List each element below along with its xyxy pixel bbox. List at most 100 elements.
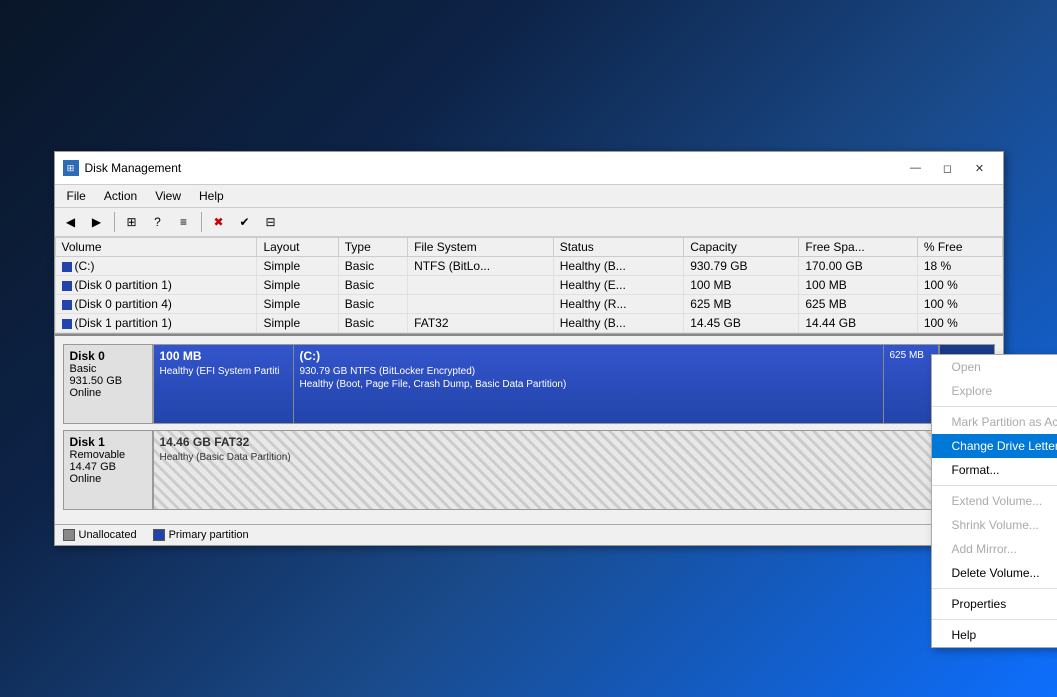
disk1-status: Online: [70, 473, 146, 485]
table-row[interactable]: (Disk 0 partition 4) Simple Basic Health…: [55, 295, 1002, 314]
table-row[interactable]: (C:) Simple Basic NTFS (BitLo... Healthy…: [55, 257, 1002, 276]
legend-unalloc-box: [63, 529, 75, 541]
cell-pct: 18 %: [917, 257, 1002, 276]
ctx-format[interactable]: Format...: [932, 458, 1057, 482]
disk0-type: Basic: [70, 363, 146, 375]
disk0-size: 931.50 GB: [70, 375, 146, 387]
cell-cap: 625 MB: [684, 295, 799, 314]
cell-free: 625 MB: [799, 295, 917, 314]
status-bar: Unallocated Primary partition: [55, 524, 1003, 545]
ctx-mark-active[interactable]: Mark Partition as Active: [932, 410, 1057, 434]
cell-free: 100 MB: [799, 276, 917, 295]
cell-volume: (Disk 0 partition 4): [55, 295, 257, 314]
cell-cap: 14.45 GB: [684, 314, 799, 333]
cell-layout: Simple: [257, 257, 338, 276]
cell-free: 170.00 GB: [799, 257, 917, 276]
cell-pct: 100 %: [917, 295, 1002, 314]
ctx-separator-1: [932, 406, 1057, 407]
context-menu-area: Open Explore Mark Partition as Active Ch…: [931, 354, 995, 466]
cell-volume: (C:): [55, 257, 257, 276]
disk0-recovery-label: 625 MB: [890, 349, 932, 362]
cell-cap: 930.79 GB: [684, 257, 799, 276]
disk1-name: Disk 1: [70, 435, 146, 449]
close-button[interactable]: ✕: [965, 158, 995, 178]
main-window: ⊞ Disk Management — ◻ ✕ File Action View…: [54, 151, 1004, 546]
window-title: Disk Management: [85, 161, 901, 175]
toolbar: ◀ ▶ ⊞ ? ≡ ✖ ✔ ⊟: [55, 208, 1003, 237]
cell-layout: Simple: [257, 295, 338, 314]
disk1-label: Disk 1 Removable 14.47 GB Online: [63, 430, 153, 510]
col-pctfree: % Free: [917, 238, 1002, 257]
legend-primary-box: [153, 529, 165, 541]
disk0-part-c[interactable]: (C:) 930.79 GB NTFS (BitLocker Encrypted…: [294, 345, 884, 423]
toolbar-btn-list[interactable]: ≡: [172, 211, 196, 233]
ctx-change-drive-letter[interactable]: Change Drive Letter and Paths...: [932, 434, 1057, 458]
toolbar-btn-help[interactable]: ?: [146, 211, 170, 233]
cell-fs: [408, 276, 554, 295]
col-type: Type: [338, 238, 407, 257]
legend-unallocated: Unallocated: [63, 529, 137, 541]
app-icon: ⊞: [63, 160, 79, 176]
cell-type: Basic: [338, 257, 407, 276]
ctx-separator-3: [932, 588, 1057, 589]
disk0-label: Disk 0 Basic 931.50 GB Online: [63, 344, 153, 424]
disk1-type: Removable: [70, 449, 146, 461]
ctx-shrink-volume[interactable]: Shrink Volume...: [932, 513, 1057, 537]
cell-cap: 100 MB: [684, 276, 799, 295]
disk0-efi-detail: Healthy (EFI System Partiti: [160, 365, 287, 378]
col-layout: Layout: [257, 238, 338, 257]
table-row[interactable]: (Disk 0 partition 1) Simple Basic Health…: [55, 276, 1002, 295]
forward-button[interactable]: ▶: [85, 211, 109, 233]
ctx-properties[interactable]: Properties: [932, 592, 1057, 616]
ctx-explore[interactable]: Explore: [932, 379, 1057, 403]
ctx-extend-volume[interactable]: Extend Volume...: [932, 489, 1057, 513]
cell-volume: (Disk 0 partition 1): [55, 276, 257, 295]
menu-file[interactable]: File: [59, 187, 94, 205]
menu-help[interactable]: Help: [191, 187, 232, 205]
menu-action[interactable]: Action: [96, 187, 145, 205]
back-button[interactable]: ◀: [59, 211, 83, 233]
cell-status: Healthy (B...: [553, 257, 683, 276]
col-status: Status: [553, 238, 683, 257]
cell-status: Healthy (E...: [553, 276, 683, 295]
disk1-row: Disk 1 Removable 14.47 GB Online 14.46 G…: [63, 430, 995, 510]
context-menu: Open Explore Mark Partition as Active Ch…: [931, 354, 1057, 648]
ctx-separator-2: [932, 485, 1057, 486]
toolbar-btn-check[interactable]: ✔: [233, 211, 257, 233]
cell-fs: FAT32: [408, 314, 554, 333]
disk0-name: Disk 0: [70, 349, 146, 363]
ctx-help[interactable]: Help: [932, 623, 1057, 647]
menu-bar: File Action View Help: [55, 185, 1003, 208]
ctx-add-mirror[interactable]: Add Mirror...: [932, 537, 1057, 561]
disk-table: Volume Layout Type File System Status Ca…: [55, 237, 1003, 334]
ctx-delete-volume[interactable]: Delete Volume...: [932, 561, 1057, 585]
toolbar-separator-1: [114, 212, 115, 232]
legend-primary-label: Primary partition: [169, 529, 249, 541]
cell-pct: 100 %: [917, 314, 1002, 333]
cell-volume: (Disk 1 partition 1): [55, 314, 257, 333]
disk1-part-fat32[interactable]: 14.46 GB FAT32 Healthy (Basic Data Parti…: [154, 431, 994, 509]
disk0-partitions: 100 MB Healthy (EFI System Partiti (C:) …: [153, 344, 995, 424]
cell-type: Basic: [338, 314, 407, 333]
cell-layout: Simple: [257, 276, 338, 295]
disk0-part-efi[interactable]: 100 MB Healthy (EFI System Partiti: [154, 345, 294, 423]
disk0-c-label: (C:): [300, 349, 877, 363]
toolbar-btn-minus[interactable]: ⊟: [259, 211, 283, 233]
toolbar-btn-delete[interactable]: ✖: [207, 211, 231, 233]
cell-status: Healthy (R...: [553, 295, 683, 314]
minimize-button[interactable]: —: [901, 158, 931, 178]
menu-view[interactable]: View: [147, 187, 189, 205]
ctx-separator-4: [932, 619, 1057, 620]
maximize-button[interactable]: ◻: [933, 158, 963, 178]
disk0-c-detail2: Healthy (Boot, Page File, Crash Dump, Ba…: [300, 378, 877, 391]
toolbar-btn-grid[interactable]: ⊞: [120, 211, 144, 233]
cell-fs: [408, 295, 554, 314]
disk1-fat32-label: 14.46 GB FAT32: [160, 435, 988, 449]
ctx-open[interactable]: Open: [932, 355, 1057, 379]
col-freespace: Free Spa...: [799, 238, 917, 257]
window-controls: — ◻ ✕: [901, 158, 995, 178]
table-row[interactable]: (Disk 1 partition 1) Simple Basic FAT32 …: [55, 314, 1002, 333]
disk1-fat32-detail: Healthy (Basic Data Partition): [160, 451, 988, 464]
cell-fs: NTFS (BitLo...: [408, 257, 554, 276]
disk1-size: 14.47 GB: [70, 461, 146, 473]
